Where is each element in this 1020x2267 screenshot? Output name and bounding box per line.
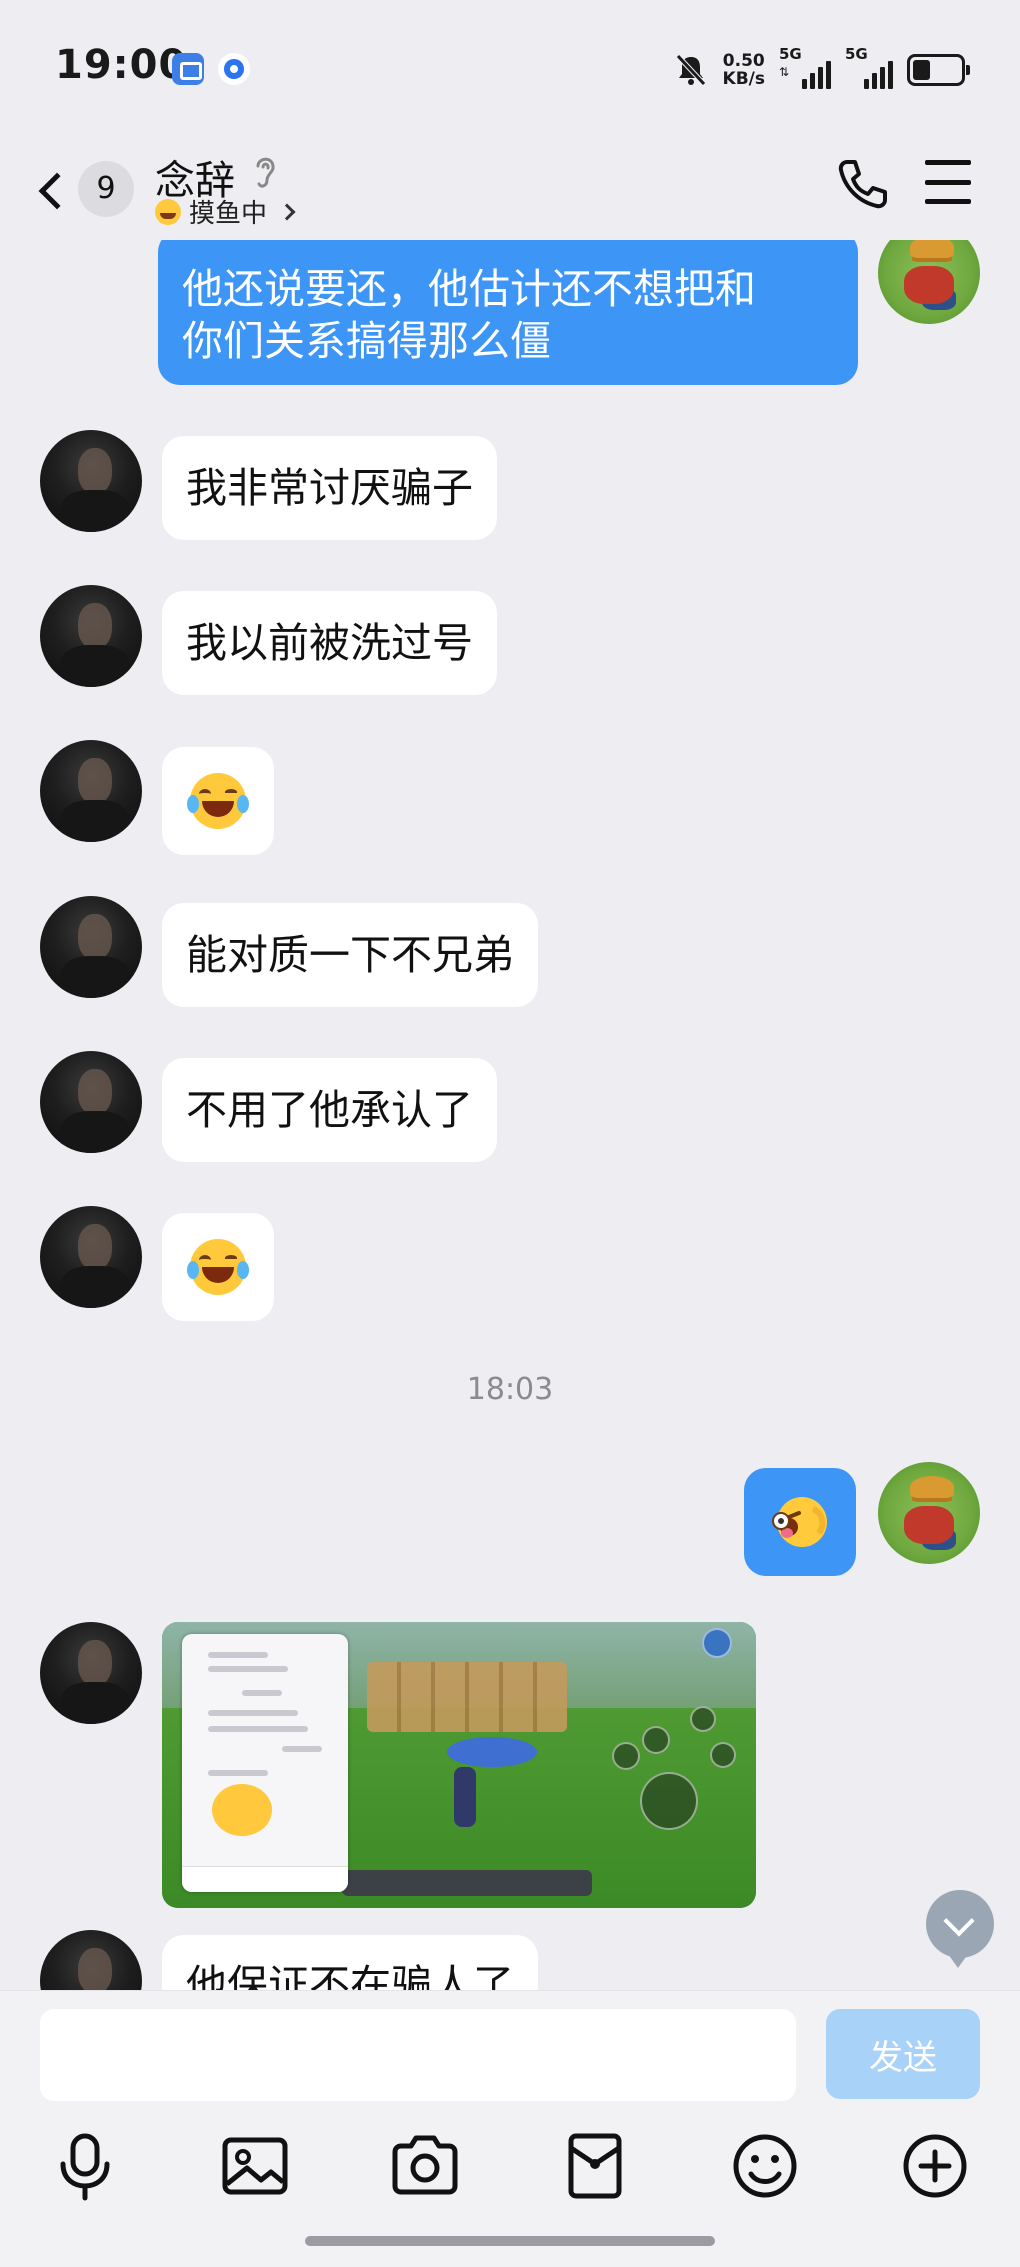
data-arrows-icon: ⇅ [779,65,790,79]
game-skill-button [642,1726,670,1754]
game-attack-button [640,1772,698,1830]
image-icon[interactable] [215,2126,295,2206]
message-list[interactable]: 他还说要还，他估计还不想把和 你们关系搞得那么僵 我非常讨厌骗子 我以前被洗过号… [0,240,1020,1990]
laugh-cry-emoji [187,773,249,829]
game-skill-button [690,1706,716,1732]
network-speed-unit: KB/s [722,69,765,89]
input-toolbar [0,2126,1020,2216]
message-text: 他保证不在骗人了 [186,1961,514,1990]
status-bar: 19:00 0.50 KB/s 5G ⇅ 5G [0,0,1020,130]
signal-bars-icon [802,61,831,89]
chat-header: 9 念辞 摸鱼中 [0,130,1020,250]
chat-screen: 19:00 0.50 KB/s 5G ⇅ 5G 9 念辞 摸鱼中 他还说要还，他… [0,0,1020,2267]
message-bubble-self[interactable]: 他还说要还，他估计还不想把和 你们关系搞得那么僵 [158,240,858,385]
screen-mirror-icon [172,53,204,85]
my-avatar[interactable] [878,1462,980,1564]
message-text: 我以前被洗过号 [186,619,473,667]
phone-call-icon[interactable] [833,154,893,214]
contact-avatar[interactable] [40,430,142,532]
message-bubble-peer-emoji[interactable] [162,1213,274,1321]
contact-status[interactable]: 摸鱼中 [155,193,296,230]
contact-avatar[interactable] [40,1206,142,1308]
red-packet-icon[interactable] [555,2126,635,2206]
back-button[interactable]: 9 [36,156,136,226]
menu-icon[interactable] [925,160,971,204]
chat-screenshot-overlay [182,1634,348,1892]
plus-icon[interactable] [895,2126,975,2206]
message-text: 不用了他承认了 [186,1086,473,1134]
clock: 19:00 [55,42,188,88]
signal-sim1: 5G ⇅ [779,45,831,89]
mute-bell-icon [675,54,706,86]
game-skill-button [710,1742,736,1768]
scroll-to-bottom-button[interactable] [926,1890,994,1968]
status-indicators: 0.50 KB/s 5G ⇅ 5G [673,45,970,92]
message-bubble-self-emoji[interactable] [744,1468,856,1576]
contact-avatar[interactable] [40,896,142,998]
status-emoji-icon [155,198,181,225]
contact-avatar[interactable] [40,1622,142,1724]
message-bubble-peer-emoji[interactable] [162,747,274,855]
emoji-icon[interactable] [725,2126,805,2206]
contact-avatar[interactable] [40,585,142,687]
game-character [454,1767,476,1827]
chevron-right-icon [278,203,296,220]
signal-bars-icon [864,61,893,89]
game-menu-button [702,1628,732,1658]
status-text: 摸鱼中 [189,199,268,229]
message-text: 我非常讨厌骗子 [186,464,473,512]
contact-avatar[interactable] [40,1051,142,1153]
game-hotbar [342,1870,592,1896]
back-chevron-icon [38,172,76,210]
message-bubble-peer[interactable]: 不用了他承认了 [162,1058,497,1162]
game-screenshot-image[interactable] [162,1622,756,1908]
message-text: 能对质一下不兄弟 [186,931,514,979]
send-button[interactable]: 发送 [826,2009,980,2099]
message-bubble-peer[interactable]: 能对质一下不兄弟 [162,903,538,1007]
app-notification-icon [218,53,250,85]
game-water [447,1737,537,1767]
my-avatar[interactable] [878,240,980,324]
ear-icon[interactable] [250,152,280,192]
network-speed: 0.50 KB/s [723,52,765,88]
message-bubble-peer[interactable]: 他保证不在骗人了 [162,1935,538,1990]
message-timestamp: 18:03 [466,1372,554,1407]
message-bubble-peer[interactable]: 我非常讨厌骗子 [162,436,497,540]
message-bubble-peer[interactable]: 我以前被洗过号 [162,591,497,695]
camera-icon[interactable] [385,2126,465,2206]
input-area: 发送 [0,1990,1020,2267]
network-speed-value: 0.50 [722,51,765,71]
tongue-wink-emoji [772,1497,827,1547]
laugh-cry-emoji [187,1239,249,1295]
game-crates [367,1662,567,1732]
signal-sim2: 5G [845,45,893,89]
message-input[interactable] [40,2009,796,2101]
unread-count-badge: 9 [78,161,134,217]
game-skill-button [612,1742,640,1770]
microphone-icon[interactable] [45,2126,125,2206]
sim1-label: 5G [779,45,802,63]
contact-avatar[interactable] [40,1930,142,1990]
battery-icon [907,54,970,86]
home-indicator[interactable] [305,2236,715,2246]
contact-avatar[interactable] [40,740,142,842]
message-text-line: 你们关系搞得那么僵 [182,316,551,365]
message-text-line: 他还说要还，他估计还不想把和 [182,264,756,313]
